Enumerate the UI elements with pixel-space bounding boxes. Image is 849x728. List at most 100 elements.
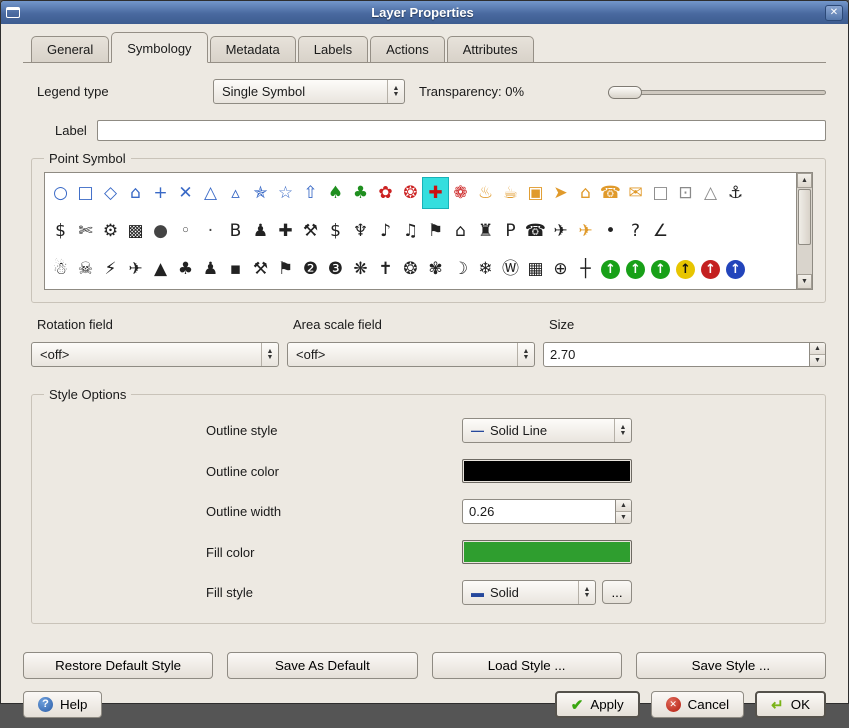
symbol[interactable]: • <box>598 216 623 246</box>
scroll-down-icon[interactable] <box>797 274 812 289</box>
area-scale-select[interactable]: <off> <box>287 342 535 367</box>
symbol[interactable]: ↑ <box>726 260 745 279</box>
save-as-default-button[interactable]: Save As Default <box>227 652 417 679</box>
tab-symbology[interactable]: Symbology <box>111 32 207 63</box>
tab-attributes[interactable]: Attributes <box>447 36 534 62</box>
outline-width-value[interactable]: 0.26 <box>463 500 615 523</box>
restore-default-style-button[interactable]: Restore Default Style <box>23 652 213 679</box>
symbol[interactable]: ☕ <box>498 178 523 208</box>
outline-style-select[interactable]: — Solid Line <box>462 418 632 443</box>
symbol[interactable]: ✾ <box>423 254 448 284</box>
symbol[interactable]: ⚒ <box>248 254 273 284</box>
symbol[interactable]: ☎ <box>523 216 548 246</box>
symbol[interactable]: ❋ <box>348 254 373 284</box>
symbol[interactable]: ✉ <box>623 178 648 208</box>
symbol[interactable]: □ <box>648 178 673 208</box>
symbol[interactable]: △ <box>698 178 723 208</box>
spin-up-icon[interactable] <box>810 343 825 355</box>
symbol[interactable]: ⊕ <box>548 254 573 284</box>
symbol[interactable]: ⌂ <box>448 216 473 246</box>
fill-style-select[interactable]: ▬ Solid <box>462 580 596 605</box>
symbol[interactable]: ⌂ <box>123 178 148 208</box>
symbol[interactable]: ♠ <box>323 178 348 208</box>
outline-color-button[interactable] <box>462 459 632 483</box>
symbol[interactable]: ❂ <box>398 178 423 208</box>
symbol[interactable]: ⚒ <box>298 216 323 246</box>
titlebar[interactable]: Layer Properties ✕ <box>1 1 848 24</box>
symbol[interactable]: ▵ <box>223 178 248 208</box>
symbol[interactable]: ↑ <box>676 260 695 279</box>
rotation-field-select[interactable]: <off> <box>31 342 279 367</box>
symbol[interactable]: ☽ <box>448 254 473 284</box>
symbol[interactable]: ◇ <box>98 178 123 208</box>
symbol[interactable]: ⌂ <box>573 178 598 208</box>
symbol[interactable]: ❁ <box>448 178 473 208</box>
symbol[interactable]: ▦ <box>523 254 548 284</box>
spin-down-icon[interactable] <box>616 512 631 523</box>
ok-button[interactable]: ↵ OK <box>755 691 826 718</box>
symbol[interactable]: ✈ <box>573 216 598 246</box>
symbol[interactable]: P <box>498 216 523 246</box>
outline-width-spinner[interactable]: 0.26 <box>462 499 632 524</box>
spin-down-icon[interactable] <box>810 355 825 366</box>
symbol[interactable]: $ <box>323 216 348 246</box>
symbol[interactable]: ▣ <box>523 178 548 208</box>
scrollbar-track[interactable] <box>797 246 812 274</box>
symbol[interactable]: B <box>223 216 248 246</box>
apply-button[interactable]: ✔ Apply <box>555 691 640 718</box>
symbol[interactable]: ♟ <box>198 254 223 284</box>
symbol-grid[interactable]: ○□◇⌂+✕△▵✯☆⇧♠♣✿❂✚❁♨☕▣➤⌂☎✉□⊡△⚓$✄⚙▩●◦·B♟✚⚒$… <box>45 173 796 289</box>
symbol[interactable]: ☎ <box>598 178 623 208</box>
symbol-scrollbar[interactable] <box>796 173 812 289</box>
symbol[interactable]: ⇧ <box>298 178 323 208</box>
load-style-button[interactable]: Load Style ... <box>432 652 622 679</box>
symbol[interactable]: ⚑ <box>423 216 448 246</box>
symbol[interactable]: ✈ <box>548 216 573 246</box>
symbol[interactable]: ☠ <box>73 254 98 284</box>
symbol[interactable]: ⚓ <box>723 178 748 208</box>
symbol[interactable]: ♪ <box>373 216 398 246</box>
symbol[interactable]: ● <box>148 216 173 246</box>
symbol[interactable]: □ <box>73 178 98 208</box>
symbol[interactable]: ♜ <box>473 216 498 246</box>
symbol[interactable]: ↑ <box>626 260 645 279</box>
tab-general[interactable]: General <box>31 36 109 62</box>
symbol[interactable]: ✯ <box>248 178 273 208</box>
symbol[interactable]: ➤ <box>548 178 573 208</box>
symbol[interactable]: ▩ <box>123 216 148 246</box>
close-icon[interactable]: ✕ <box>825 5 843 21</box>
symbol[interactable]: ❂ <box>398 254 423 284</box>
fill-style-more-button[interactable]: ... <box>602 580 632 604</box>
symbol[interactable]: ♟ <box>248 216 273 246</box>
label-input[interactable] <box>97 120 826 141</box>
symbol[interactable]: ♫ <box>398 216 423 246</box>
symbol[interactable]: ⚡ <box>98 254 123 284</box>
transparency-slider[interactable] <box>608 83 826 101</box>
symbol[interactable]: ♣ <box>348 178 373 208</box>
symbol[interactable]: Ⓦ <box>498 254 523 284</box>
symbol[interactable]: $ <box>48 216 73 246</box>
symbol[interactable]: ✄ <box>73 216 98 246</box>
fill-color-button[interactable] <box>462 540 632 564</box>
symbol[interactable]: ⊡ <box>673 178 698 208</box>
symbol[interactable]: ✚ <box>423 178 448 208</box>
tab-metadata[interactable]: Metadata <box>210 36 296 62</box>
symbol[interactable]: ∠ <box>648 216 673 246</box>
symbol[interactable]: + <box>148 178 173 208</box>
tab-labels[interactable]: Labels <box>298 36 368 62</box>
symbol[interactable]: ✚ <box>273 216 298 246</box>
scrollbar-thumb[interactable] <box>798 189 811 245</box>
symbol[interactable]: ◦ <box>173 216 198 246</box>
symbol[interactable]: ✝ <box>373 254 398 284</box>
symbol[interactable]: ↑ <box>651 260 670 279</box>
symbol[interactable]: ▲ <box>148 254 173 284</box>
slider-handle[interactable] <box>608 86 642 99</box>
symbol[interactable]: ⚙ <box>98 216 123 246</box>
symbol[interactable]: ○ <box>48 178 73 208</box>
save-style-button[interactable]: Save Style ... <box>636 652 826 679</box>
symbol[interactable]: ❷ <box>298 254 323 284</box>
symbol[interactable]: △ <box>198 178 223 208</box>
symbol[interactable]: ♆ <box>348 216 373 246</box>
symbol[interactable]: ✈ <box>123 254 148 284</box>
symbol[interactable]: ✿ <box>373 178 398 208</box>
